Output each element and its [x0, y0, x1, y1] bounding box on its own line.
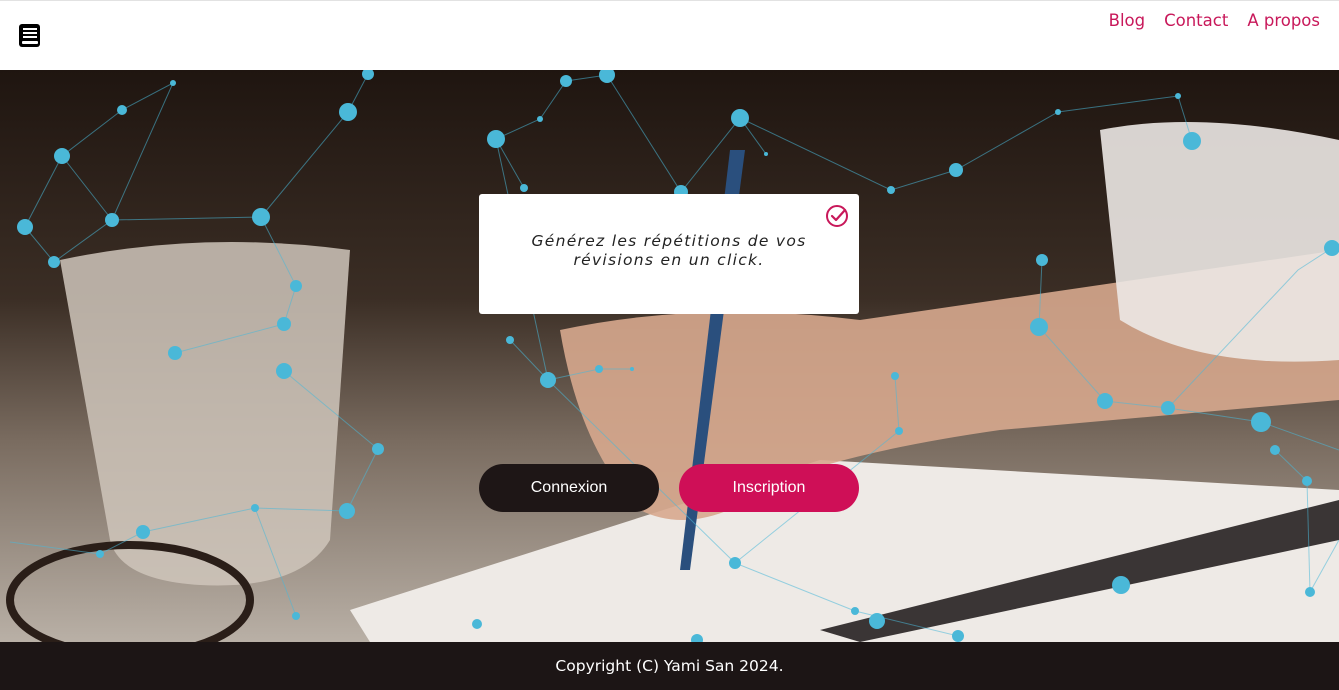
hero-background-image [0, 70, 1339, 642]
top-navbar: Blog Contact A propos [0, 0, 1339, 70]
check-circle-icon [825, 204, 849, 228]
signup-button[interactable]: Inscription [679, 464, 859, 512]
nav-link-contact[interactable]: Contact [1164, 11, 1228, 31]
hero-section: Générez les répétitions de vos révisions… [0, 70, 1339, 642]
login-button[interactable]: Connexion [479, 464, 659, 512]
copyright-text: Copyright (C) Yami San 2024. [555, 657, 784, 675]
tagline-text: Générez les répétitions de vos révisions… [531, 232, 807, 269]
nav-link-about[interactable]: A propos [1247, 11, 1320, 31]
book-icon[interactable] [18, 23, 41, 48]
nav-link-blog[interactable]: Blog [1109, 11, 1145, 31]
tagline-card: Générez les répétitions de vos révisions… [479, 194, 859, 314]
footer: Copyright (C) Yami San 2024. [0, 642, 1339, 690]
main-nav: Blog Contact A propos [1109, 11, 1320, 31]
